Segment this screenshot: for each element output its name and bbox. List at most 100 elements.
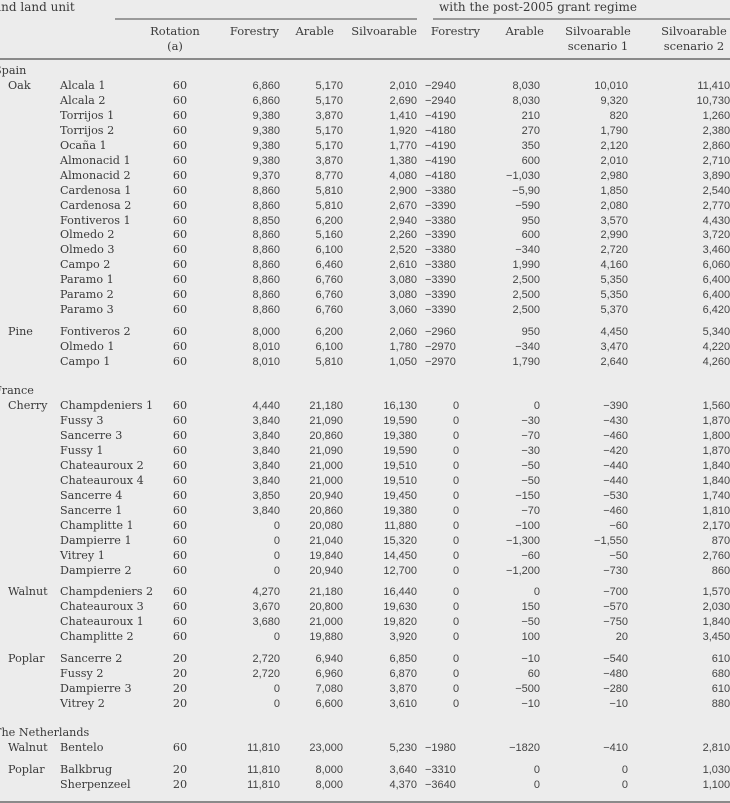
grant-forestry-cell: −2940: [425, 79, 456, 92]
scenario-1-cell: 5,370: [600, 304, 628, 317]
grant-forestry-cell: −2940: [425, 94, 456, 107]
scenario-1-cell: −420: [603, 444, 628, 457]
forestry-cell: 9,380: [252, 139, 280, 152]
land-unit-cell: Torrijos 2: [60, 123, 115, 137]
grant-forestry-cell: −4190: [425, 109, 456, 122]
species-label: [8, 630, 60, 645]
country-spacer: [0, 370, 730, 384]
silvoarable-cell: 3,640: [389, 763, 417, 776]
land-unit-cell: Vitrey 1: [60, 548, 105, 562]
grant-forestry-cell: 0: [453, 414, 460, 427]
scenario-2-cell: 1,810: [702, 504, 730, 517]
scenario-2-cell: 680: [711, 668, 730, 681]
forestry-cell: 8,000: [252, 326, 280, 339]
rotation-cell: 60: [172, 443, 188, 457]
table-row: Sherpenzeel 20 11,810 8,000 4,370 −3640 0 0 1,10…: [0, 778, 730, 793]
land-unit-cell: Fontiveros 2: [60, 325, 131, 339]
table-row: Oak Alcala 1 60 6,860 5,170 2,010 −2940 8,030 10…: [0, 79, 730, 94]
grant-forestry-cell: 0: [453, 653, 460, 666]
rotation-cell: 20: [172, 652, 188, 666]
land-unit-cell: Chateauroux 4: [60, 473, 144, 487]
forestry-cell: 3,840: [252, 444, 280, 457]
scenario-2-cell: 2,170: [702, 519, 730, 532]
rotation-cell: 60: [172, 228, 188, 242]
scenario-2-cell: 6,400: [702, 289, 730, 302]
country-row: The Netherlands: [0, 726, 730, 741]
species-label: [8, 504, 60, 519]
arable-cell: 5,160: [315, 229, 343, 242]
grant-arable-cell: −30: [521, 414, 540, 427]
scenario-1-cell: 0: [621, 778, 628, 791]
scenario-1-cell: 2,720: [600, 244, 628, 257]
arable-cell: 5,810: [315, 184, 343, 197]
land-unit-cell: Chateauroux 1: [60, 615, 144, 629]
grant-forestry-cell: 0: [453, 519, 460, 532]
silvoarable-cell: 19,820: [383, 616, 417, 629]
arable-cell: 6,760: [315, 274, 343, 287]
header-group-rule-right: [433, 18, 730, 20]
forestry-cell: 6,860: [252, 79, 280, 92]
forestry-cell: 8,010: [252, 341, 280, 354]
arable-cell: 6,100: [315, 244, 343, 257]
grant-arable-cell: −1,030: [506, 169, 540, 182]
arable-cell: 6,100: [315, 341, 343, 354]
grant-arable-cell: −60: [521, 549, 540, 562]
table-row: Pine Fontiveros 2 60 8,000 6,200 2,060 −2960 95…: [0, 325, 730, 340]
silvoarable-cell: 19,590: [383, 444, 417, 457]
grant-arable-cell: 350: [521, 139, 540, 152]
scenario-2-cell: 1,840: [702, 616, 730, 629]
land-unit-cell: Sancerre 4: [60, 488, 123, 502]
scenario-2-cell: 10,730: [696, 94, 730, 107]
table-body: SpainOak Alcala 1 60 6,860 5,170 2,010 −2940 8,…: [0, 64, 730, 793]
arable-cell: 6,460: [315, 259, 343, 272]
rotation-cell: 60: [172, 399, 188, 413]
rotation-cell: 60: [172, 183, 188, 197]
rotation-cell: 60: [172, 548, 188, 562]
arable-cell: 20,860: [309, 429, 343, 442]
scenario-2-cell: 2,380: [702, 124, 730, 137]
arable-cell: 20,800: [309, 601, 343, 614]
silvoarable-cell: 12,700: [383, 564, 417, 577]
silvoarable-cell: 19,510: [383, 474, 417, 487]
rotation-cell: 60: [172, 243, 188, 257]
grant-forestry-cell: 0: [453, 534, 460, 547]
grant-forestry-cell: 0: [453, 586, 460, 599]
grant-arable-cell: −50: [521, 474, 540, 487]
forestry-cell: 8,860: [252, 244, 280, 257]
species-label: [8, 549, 60, 564]
species-label: [8, 243, 60, 258]
arable-cell: 5,170: [315, 79, 343, 92]
land-unit-cell: Sancerre 2: [60, 652, 123, 666]
grant-arable-cell: 600: [521, 229, 540, 242]
table-row: Alcala 2 60 6,860 5,170 2,690 −2940 8,030 9,320…: [0, 94, 730, 109]
scenario-1-cell: 9,320: [600, 94, 628, 107]
land-unit-cell: Ocaña 1: [60, 138, 107, 152]
scenario-1-cell: −50: [609, 549, 628, 562]
scenario-1-cell: −530: [603, 489, 628, 502]
scenario-1-cell: −440: [603, 474, 628, 487]
silvoarable-cell: 15,320: [383, 534, 417, 547]
species-label: [8, 534, 60, 549]
scenario-1-cell: 1,790: [600, 124, 628, 137]
arable-cell: 6,760: [315, 289, 343, 302]
col-header-arable: Arable: [295, 24, 334, 38]
grant-arable-cell: −340: [515, 341, 540, 354]
grant-forestry-cell: 0: [453, 474, 460, 487]
grant-forestry-cell: −4180: [425, 124, 456, 137]
scenario-1-cell: 3,470: [600, 341, 628, 354]
scenario-2-cell: 2,860: [702, 139, 730, 152]
scenario-1-cell: −440: [603, 459, 628, 472]
forestry-cell: 8,860: [252, 229, 280, 242]
grant-forestry-cell: −3380: [425, 244, 456, 257]
arable-cell: 21,000: [309, 616, 343, 629]
silvoarable-cell: 19,450: [383, 489, 417, 502]
scenario-2-cell: 6,420: [702, 304, 730, 317]
scenario-2-cell: 5,340: [702, 326, 730, 339]
forestry-cell: 9,380: [252, 109, 280, 122]
forestry-cell: 8,860: [252, 274, 280, 287]
scenario-2-cell: 2,540: [702, 184, 730, 197]
arable-cell: 5,170: [315, 124, 343, 137]
land-unit-cell: Cardenosa 2: [60, 198, 132, 212]
land-unit-cell: Bentelo: [60, 741, 104, 755]
land-unit-cell: Chateauroux 3: [60, 600, 144, 614]
